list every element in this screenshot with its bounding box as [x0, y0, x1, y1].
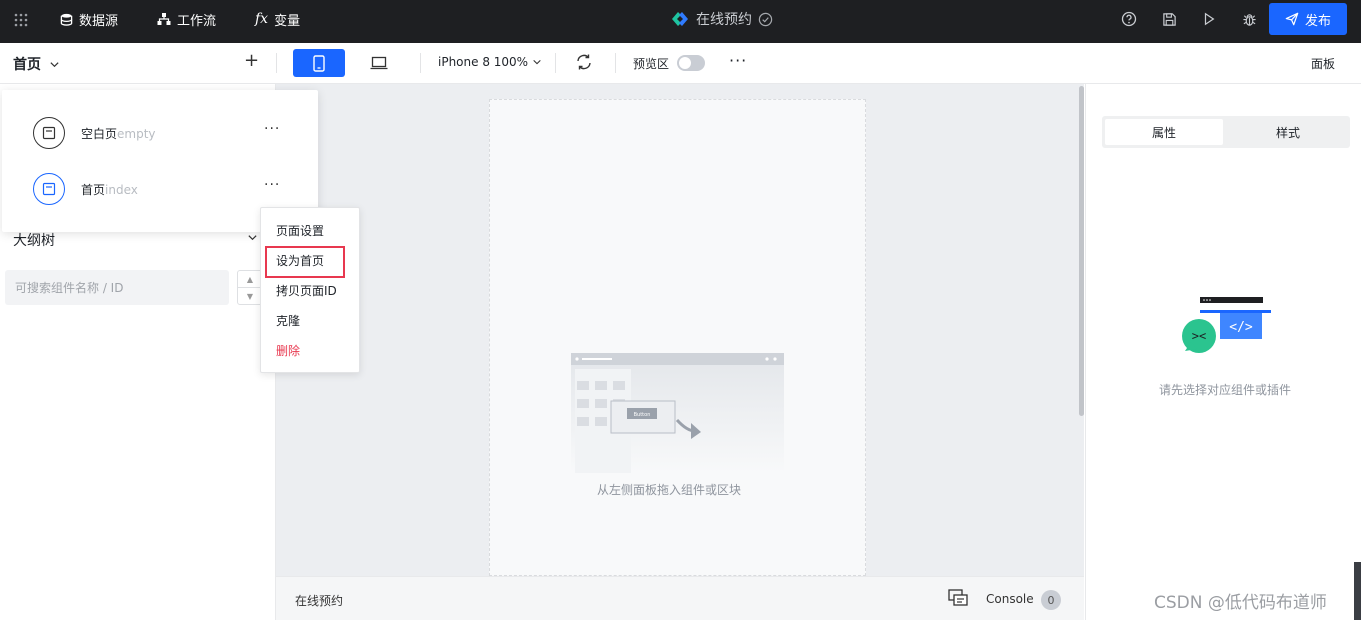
toolbar-divider	[276, 53, 277, 73]
more-options-icon[interactable]: ···	[729, 51, 747, 70]
variable-label: 变量	[274, 13, 301, 29]
more-options-icon[interactable]: ···	[264, 121, 280, 137]
device-label: iPhone 8 100%	[438, 55, 529, 69]
tab-properties[interactable]: 属性	[1105, 119, 1223, 145]
device-selector[interactable]: iPhone 8 100%	[438, 55, 542, 69]
button-placeholder-text: Button	[634, 412, 651, 418]
toolbar-divider	[420, 53, 421, 73]
page-title-text: 空白页	[81, 127, 118, 141]
page-name: 首页index	[81, 181, 138, 198]
bottom-app-title: 在线预约	[295, 594, 344, 608]
console-icon[interactable]	[948, 589, 968, 607]
function-icon: fx	[255, 11, 269, 27]
save-icon[interactable]	[1160, 10, 1178, 28]
canvas-empty-hint: 从左侧面板拖入组件或区块	[597, 483, 742, 497]
chevron-down-icon	[50, 61, 59, 67]
page-title-text: 首页	[81, 183, 106, 197]
canvas-scrollbar[interactable]	[1079, 86, 1084, 416]
current-page-label: 首页	[13, 57, 41, 73]
workflow-icon	[157, 13, 171, 25]
datasource-button[interactable]: 数据源	[60, 0, 118, 38]
more-options-icon[interactable]: ···	[264, 177, 280, 193]
right-panel-empty-hint: 请先选择对应组件或插件	[1159, 383, 1292, 397]
menu-item-delete[interactable]: 删除	[276, 342, 300, 359]
page-name: 空白页empty	[81, 125, 156, 142]
laptop-icon	[370, 56, 388, 70]
bug-icon[interactable]	[1240, 10, 1258, 28]
app-title: 在线预约	[696, 12, 752, 28]
help-icon[interactable]	[1120, 10, 1138, 28]
app-logo-icon	[672, 12, 688, 26]
preview-label: 预览区	[633, 57, 670, 71]
component-search-input[interactable]	[5, 270, 229, 305]
panel-button[interactable]: 面板	[1311, 55, 1335, 72]
bottom-bar: 在线预约 Console 0	[276, 576, 1084, 620]
outline-tree-title[interactable]: 大纲树	[13, 230, 55, 250]
stepper-up-icon[interactable]: ▲	[238, 271, 262, 288]
refresh-icon[interactable]	[575, 53, 593, 71]
menu-item-clone[interactable]: 克隆	[276, 312, 300, 329]
add-page-button[interactable]: +	[244, 52, 260, 70]
database-icon	[60, 13, 73, 26]
datasource-label: 数据源	[79, 13, 119, 29]
send-icon	[1285, 12, 1299, 26]
check-circle-icon	[758, 12, 773, 26]
desktop-view-button[interactable]	[365, 49, 393, 77]
chevrons-icon: ><	[1192, 329, 1206, 343]
window-edge	[1354, 562, 1361, 620]
page-context-menu: 页面设置 设为首页 拷贝页面ID 克隆 删除	[260, 207, 360, 373]
watermark: CSDN @低代码布道师	[1154, 593, 1327, 613]
stepper-down-icon[interactable]: ▼	[238, 288, 262, 305]
drag-component-illustration: Button	[571, 353, 784, 473]
select-component-illustration: </> ><	[1182, 297, 1271, 353]
workflow-label: 工作流	[177, 13, 217, 29]
publish-label: 发布	[1304, 12, 1331, 28]
chevron-down-icon[interactable]	[247, 232, 258, 243]
canvas-area	[276, 84, 1084, 576]
menu-item-page-settings[interactable]: 页面设置	[276, 222, 324, 239]
preview-toggle[interactable]	[677, 55, 705, 71]
app-title-area: 在线预约	[670, 0, 773, 38]
console-count-badge: 0	[1041, 590, 1061, 610]
editor-toolbar: 首页 + iPhone 8 100% 预览区 ··· 面板	[0, 43, 1361, 84]
mobile-view-button[interactable]	[293, 49, 345, 77]
page-selector[interactable]: 首页	[13, 54, 60, 74]
top-bar: 数据源 工作流 fx 变量 在线预约 发布	[0, 0, 1361, 43]
publish-button[interactable]: 发布	[1269, 3, 1347, 35]
tab-styles[interactable]: 样式	[1229, 119, 1347, 145]
page-icon	[33, 173, 65, 205]
play-icon[interactable]	[1200, 10, 1218, 28]
page-id-text: index	[105, 183, 138, 197]
page-id-text: empty	[117, 127, 156, 141]
variable-button[interactable]: fx 变量	[255, 0, 300, 38]
workflow-button[interactable]: 工作流	[157, 0, 216, 38]
app-grid-icon[interactable]	[13, 12, 29, 28]
property-style-tabs: 属性 样式	[1102, 116, 1350, 148]
menu-item-copy-page-id[interactable]: 拷贝页面ID	[276, 282, 337, 299]
chevron-down-icon	[533, 59, 541, 65]
mobile-icon	[313, 54, 325, 72]
code-tag-icon: </>	[1229, 320, 1253, 335]
page-icon	[33, 117, 65, 149]
console-label[interactable]: Console	[986, 592, 1034, 606]
toolbar-divider	[615, 53, 616, 73]
highlight-box	[265, 246, 345, 278]
toolbar-divider	[555, 53, 556, 73]
phone-canvas[interactable]	[489, 99, 866, 576]
page-list-item[interactable]: 空白页empty ···	[2, 105, 318, 161]
